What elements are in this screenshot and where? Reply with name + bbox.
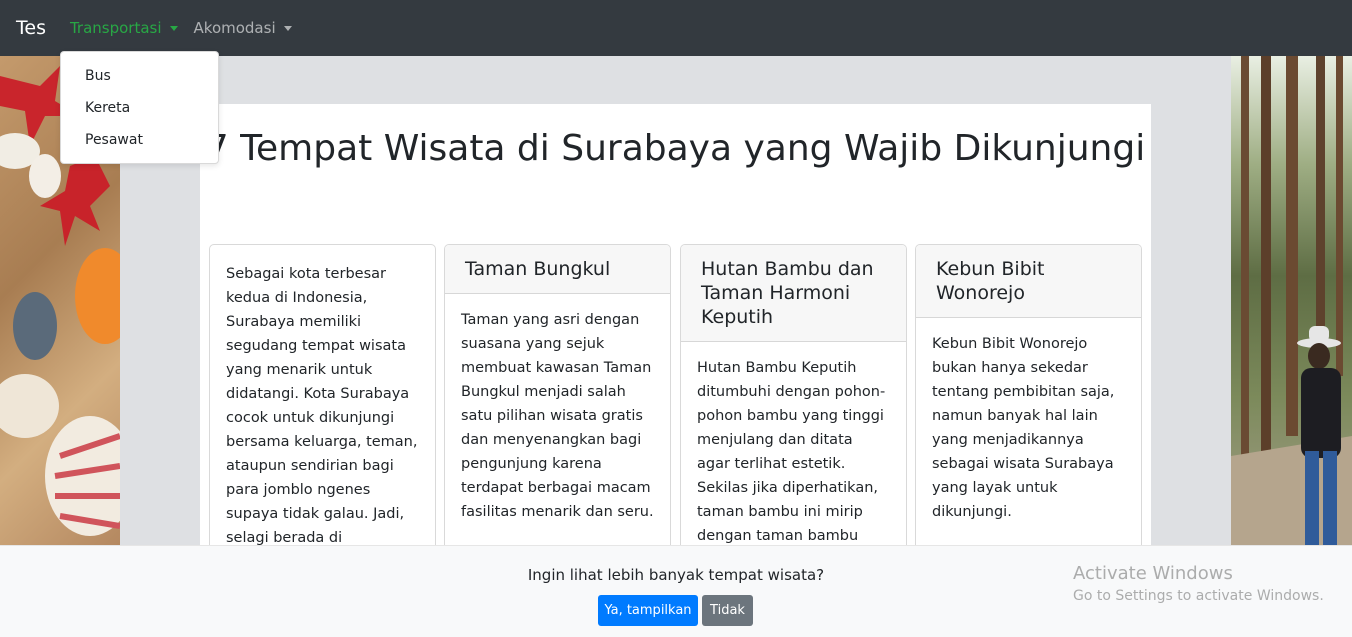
activate-windows-watermark: Activate Windows Go to Settings to activ… (1073, 563, 1324, 604)
transportasi-dropdown-menu: Bus Kereta Pesawat (60, 51, 219, 164)
card-body: Hutan Bambu Keputih ditumbuhi dengan poh… (697, 360, 886, 544)
card-header: Hutan Bambu dan Taman Harmoni Keputih (681, 245, 906, 342)
nav-akomodasi-label: Akomodasi (193, 19, 276, 37)
nav-akomodasi[interactable]: Akomodasi (194, 19, 292, 37)
show-more-button[interactable]: Ya, tampilkan (598, 595, 698, 626)
dropdown-item-bus[interactable]: Bus (61, 60, 218, 92)
card-kebun-bibit: Kebun Bibit Wonorejo Kebun Bibit Wonorej… (915, 244, 1142, 545)
dropdown-item-kereta[interactable]: Kereta (61, 92, 218, 124)
page-title: 7 Tempat Wisata di Surabaya yang Wajib D… (205, 128, 1146, 169)
card-body: Taman yang asri dengan suasana yang seju… (461, 312, 654, 520)
decline-button[interactable]: Tidak (702, 595, 753, 626)
watermark-title: Activate Windows (1073, 563, 1233, 584)
card-taman-bungkul: Taman Bungkul Taman yang asri dengan sua… (444, 244, 671, 545)
caret-down-icon (283, 25, 292, 31)
card-header: Kebun Bibit Wonorejo (916, 245, 1141, 318)
dropdown-item-pesawat[interactable]: Pesawat (61, 124, 218, 156)
intro-card: Sebagai kota terbesar kedua di Indonesia… (209, 244, 436, 545)
nav-transportasi[interactable]: Transportasi (70, 19, 178, 37)
forest-walker-illustration (1231, 56, 1352, 545)
intro-card-body: Sebagai kota terbesar kedua di Indonesia… (226, 266, 418, 545)
navbar-brand[interactable]: Tes (16, 17, 46, 39)
card-header: Taman Bungkul (445, 245, 670, 294)
card-hutan-bambu: Hutan Bambu dan Taman Harmoni Keputih Hu… (680, 244, 907, 545)
card-body: Kebun Bibit Wonorejo bukan hanya sekedar… (932, 336, 1115, 520)
navbar: Tes Transportasi Akomodasi (0, 0, 1352, 56)
caret-down-icon (169, 25, 178, 31)
forest-background-image (1231, 56, 1352, 545)
main-container: 7 Tempat Wisata di Surabaya yang Wajib D… (200, 104, 1151, 545)
watermark-subtitle: Go to Settings to activate Windows. (1073, 588, 1324, 604)
nav-transportasi-label: Transportasi (69, 19, 162, 37)
